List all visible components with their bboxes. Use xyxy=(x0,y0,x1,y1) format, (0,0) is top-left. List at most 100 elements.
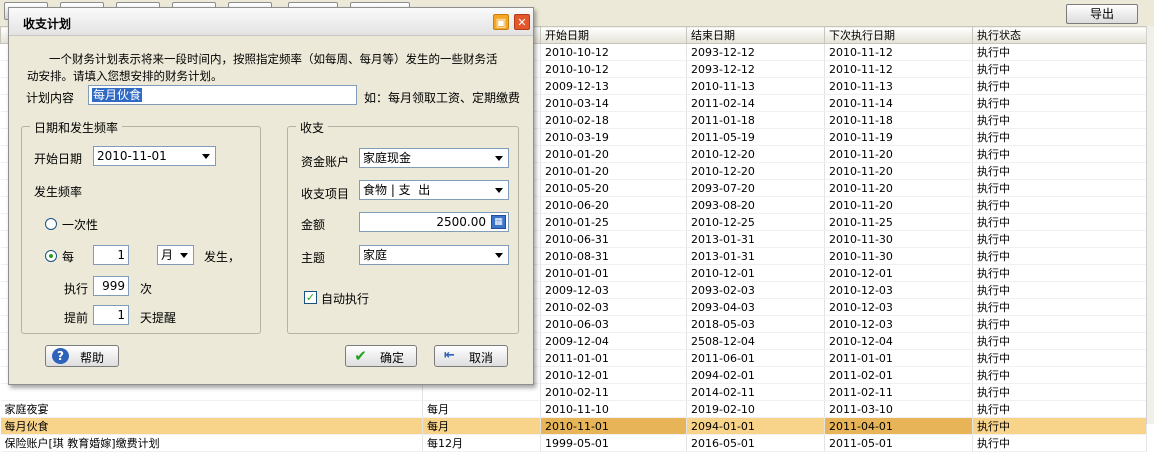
cell-end-date: 2010-12-20 xyxy=(686,162,825,180)
cell-plan-name xyxy=(0,383,423,401)
exit-door-icon: ⇤ xyxy=(444,348,455,363)
cell-next-date: 2010-11-25 xyxy=(824,213,973,231)
unit-select[interactable]: 月 xyxy=(157,245,194,265)
cell-next-date: 2010-11-20 xyxy=(824,196,973,214)
cell-end-date: 2010-12-01 xyxy=(686,264,825,282)
cell-end-date: 2010-12-20 xyxy=(686,145,825,163)
item-label: 收支项目 xyxy=(301,187,350,201)
description-line: 一个财务计划表示将来一段时间内，按照指定频率（如每周、每月等）发生的一些财务活 xyxy=(49,52,498,66)
column-header-status[interactable]: 执行状态 xyxy=(972,26,1147,44)
cell-end-date: 2508-12-04 xyxy=(686,332,825,350)
amount-label: 金额 xyxy=(301,218,326,232)
cell-plan-name: 每月伙食 xyxy=(0,417,423,435)
cell-next-date: 2011-05-01 xyxy=(824,434,973,452)
cell-start-date: 1999-05-01 xyxy=(540,434,687,452)
chevron-down-icon[interactable] xyxy=(495,253,503,258)
cell-next-date: 2010-12-01 xyxy=(824,264,973,282)
chevron-down-icon[interactable] xyxy=(180,253,188,258)
calculator-icon[interactable]: ▦ xyxy=(491,215,506,229)
cell-end-date: 2093-04-03 xyxy=(686,298,825,316)
plan-input-value: 每月伙食 xyxy=(92,88,143,102)
cell-frequency: 每月 xyxy=(422,400,541,418)
dialog-titlebar[interactable]: 收支计划 ▣ ✕ xyxy=(9,8,533,36)
export-button[interactable]: 导出 xyxy=(1066,4,1138,24)
chevron-down-icon[interactable] xyxy=(495,156,503,161)
help-button[interactable]: ? 帮助 xyxy=(45,345,119,367)
cell-status: 执行中 xyxy=(972,128,1147,146)
item-select[interactable]: 食物 | 支 出 xyxy=(359,180,509,200)
cell-status: 执行中 xyxy=(972,332,1147,350)
amount-input[interactable]: 2500.00 ▦ xyxy=(359,212,509,232)
cell-frequency: 每月 xyxy=(422,417,541,435)
cell-status: 执行中 xyxy=(972,111,1147,129)
cell-status: 执行中 xyxy=(972,400,1147,418)
cell-next-date: 2010-11-30 xyxy=(824,247,973,265)
start-date-value: 2010-11-01 xyxy=(97,149,167,163)
table-row[interactable]: 保险账户[琪 教育婚嫁]缴费计划 每12月 1999-05-01 2016-05-01… xyxy=(0,434,1147,452)
cell-start-date: 2009-12-03 xyxy=(540,281,687,299)
cell-start-date: 2011-01-01 xyxy=(540,349,687,367)
column-header-next-date[interactable]: 下次执行日期 xyxy=(824,26,973,44)
every-label: 每 xyxy=(62,250,75,264)
cell-next-date: 2010-11-14 xyxy=(824,94,973,112)
column-header-start-date[interactable]: 开始日期 xyxy=(540,26,687,44)
vertical-scrollbar[interactable] xyxy=(1146,26,1154,424)
cell-end-date: 2094-02-01 xyxy=(686,366,825,384)
start-date-picker[interactable]: 2010-11-01 xyxy=(93,146,216,166)
item-value: 食物 | 支 出 xyxy=(363,183,431,197)
cell-next-date: 2010-11-13 xyxy=(824,77,973,95)
amount-value: 2500.00 xyxy=(436,215,486,229)
cell-status: 执行中 xyxy=(972,264,1147,282)
chevron-down-icon[interactable] xyxy=(495,188,503,193)
exec-count-input[interactable]: 999 xyxy=(93,276,129,296)
dialog-description: 一个财务计划表示将来一段时间内，按照指定频率（如每周、每月等）发生的一些财务活 … xyxy=(27,51,517,85)
subject-select[interactable]: 家庭 xyxy=(359,245,509,265)
auto-execute-checkbox[interactable]: ✓ xyxy=(304,291,317,304)
advance-days-input[interactable]: 1 xyxy=(93,305,129,325)
cell-start-date: 2010-05-20 xyxy=(540,179,687,197)
cell-end-date: 2093-02-03 xyxy=(686,281,825,299)
cell-frequency: 每12月 xyxy=(422,434,541,452)
cell-next-date: 2010-11-20 xyxy=(824,162,973,180)
cell-end-date: 2013-01-31 xyxy=(686,247,825,265)
every-count-input[interactable]: 1 xyxy=(93,245,129,265)
chevron-down-icon[interactable] xyxy=(202,154,210,159)
radio-once[interactable] xyxy=(45,218,57,230)
table-row[interactable]: 每月伙食 每月 2010-11-01 2094-01-01 2011-04-01 执行中 xyxy=(0,417,1147,435)
cell-next-date: 2010-12-03 xyxy=(824,298,973,316)
account-select[interactable]: 家庭现金 xyxy=(359,148,509,168)
cell-status: 执行中 xyxy=(972,417,1147,435)
ok-button-label: 确定 xyxy=(380,351,405,365)
cell-status: 执行中 xyxy=(972,434,1147,452)
cell-status: 执行中 xyxy=(972,349,1147,367)
plan-input[interactable]: 每月伙食 xyxy=(88,85,357,105)
pin-icon[interactable]: ▣ xyxy=(493,14,509,30)
close-icon[interactable]: ✕ xyxy=(514,14,530,30)
ok-button[interactable]: ✔ 确定 xyxy=(345,345,417,367)
cell-status: 执行中 xyxy=(972,179,1147,197)
cell-status: 执行中 xyxy=(972,145,1147,163)
cell-status: 执行中 xyxy=(972,162,1147,180)
cell-start-date: 2010-08-31 xyxy=(540,247,687,265)
table-row[interactable]: 2010-02-11 2014-02-11 2011-02-11 执行中 xyxy=(0,383,1147,401)
cell-end-date: 2093-12-12 xyxy=(686,43,825,61)
group-title: 日期和发生频率 xyxy=(30,119,123,136)
checkmark-icon: ✔ xyxy=(354,347,367,365)
cell-next-date: 2010-11-18 xyxy=(824,111,973,129)
cell-next-date: 2010-12-03 xyxy=(824,315,973,333)
cell-next-date: 2010-12-03 xyxy=(824,281,973,299)
cancel-button-label: 取消 xyxy=(469,351,494,365)
cell-status: 执行中 xyxy=(972,94,1147,112)
cell-start-date: 2010-03-14 xyxy=(540,94,687,112)
table-row[interactable]: 家庭夜宴 每月 2010-11-10 2019-02-10 2011-03-10 执行中 xyxy=(0,400,1147,418)
column-header-end-date[interactable]: 结束日期 xyxy=(686,26,825,44)
cell-end-date: 2018-05-03 xyxy=(686,315,825,333)
help-icon: ? xyxy=(52,348,69,364)
cancel-button[interactable]: ⇤ 取消 xyxy=(434,345,508,367)
account-label: 资金账户 xyxy=(301,155,350,169)
radio-every[interactable] xyxy=(45,250,57,262)
cell-status: 执行中 xyxy=(972,315,1147,333)
cell-status: 执行中 xyxy=(972,247,1147,265)
cell-status: 执行中 xyxy=(972,196,1147,214)
cell-start-date: 2009-12-13 xyxy=(540,77,687,95)
